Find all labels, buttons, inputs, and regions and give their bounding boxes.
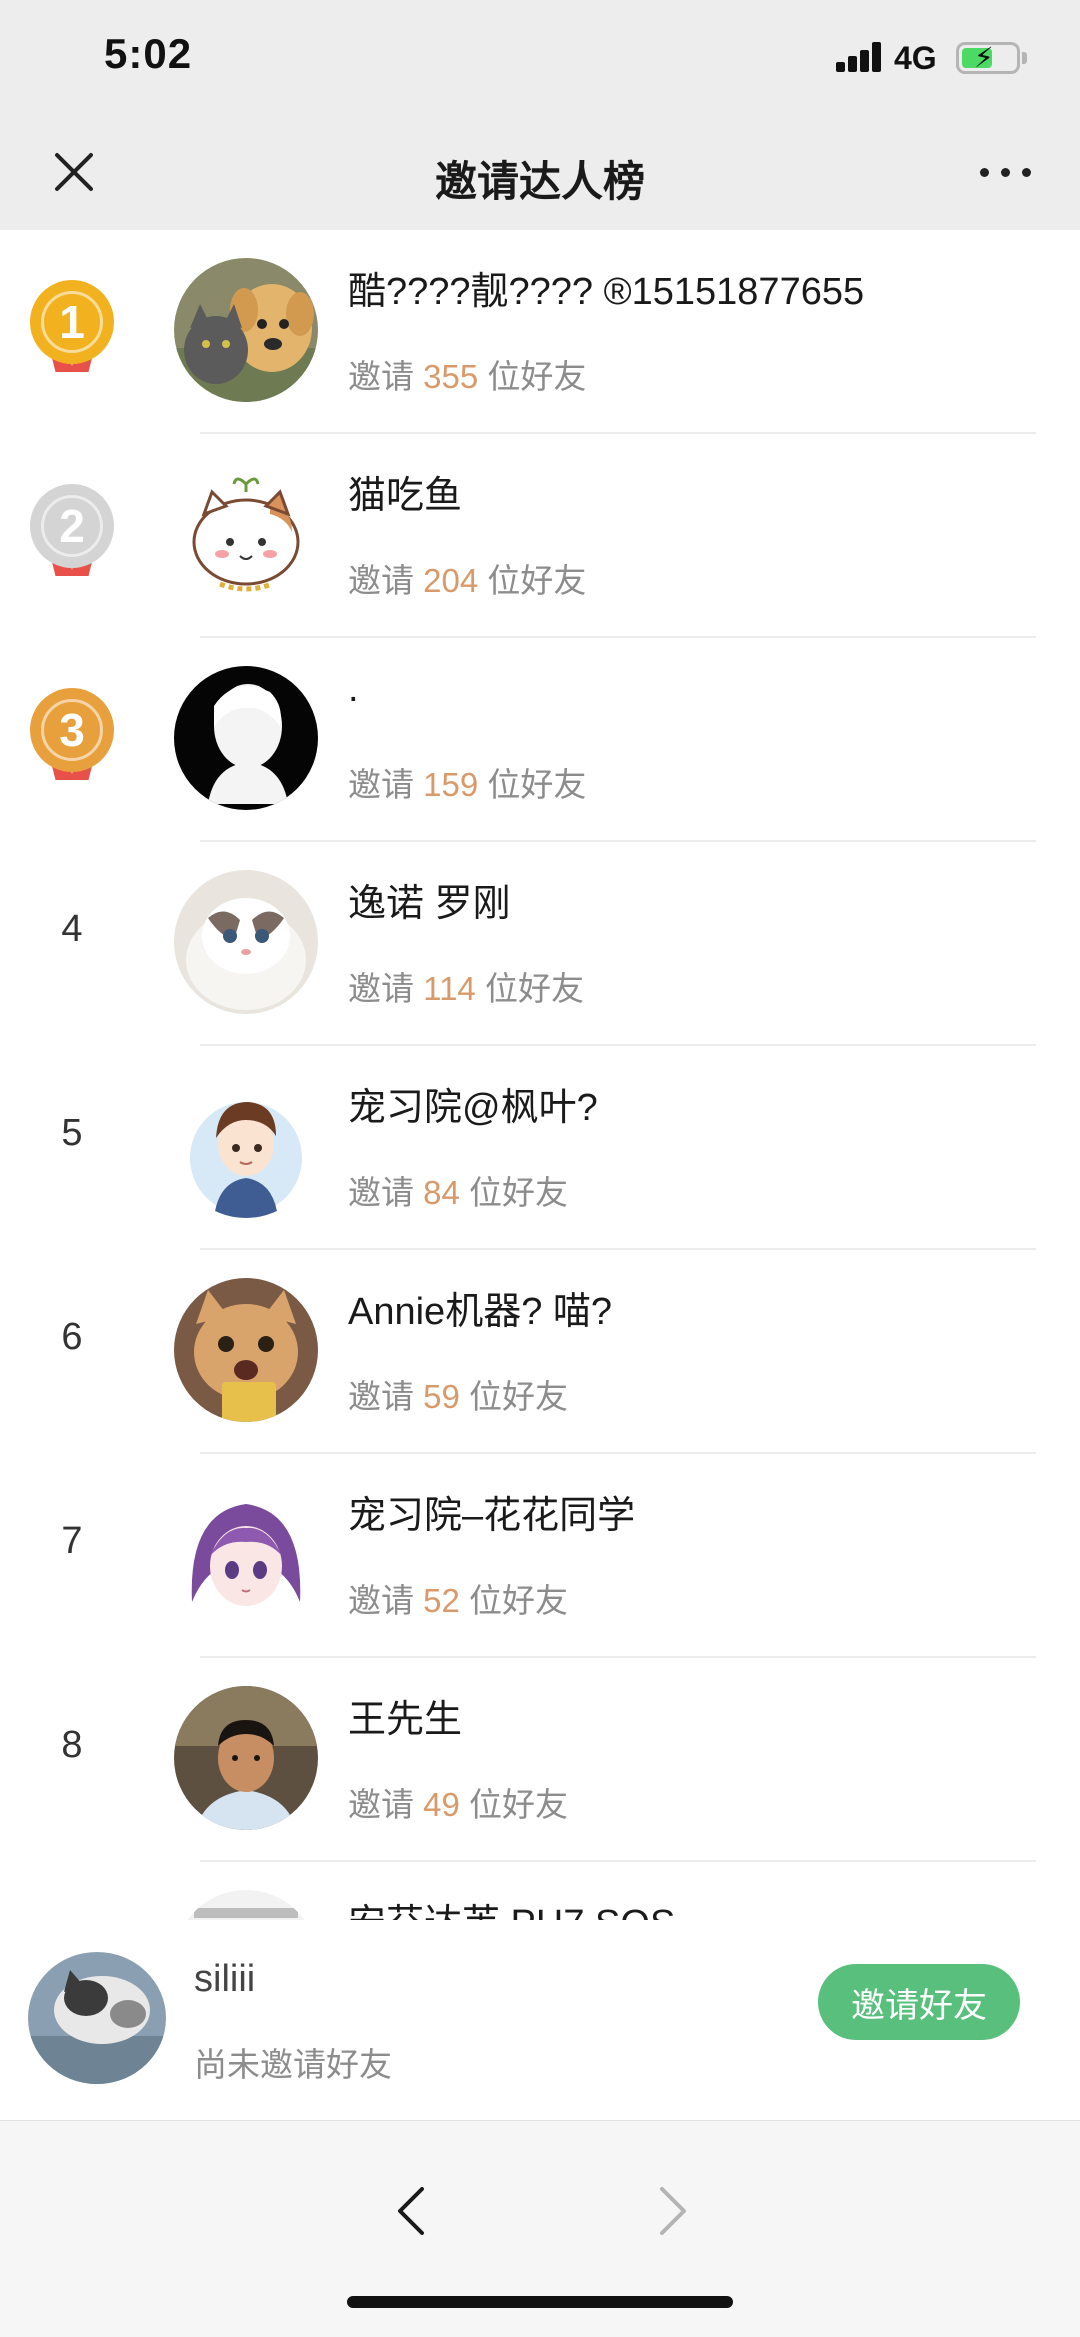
list-item[interactable]: 6 Annie机器? 喵? 邀请 59 位好友 [0,1250,1080,1454]
list-item[interactable]: 5 宠习院@枫叶? 邀请 84 位好友 [0,1046,1080,1250]
invite-count: 52 [423,1582,460,1619]
gold-medal-icon: 1 [30,280,114,380]
charging-icon: ⚡ [974,42,994,73]
invite-summary: 邀请 52 位好友 [348,1582,569,1619]
rank-number: 6 [61,1316,83,1358]
rank-number: 5 [61,1112,83,1154]
invite-summary: 邀请 114 位好友 [348,970,584,1007]
avatar[interactable] [174,258,318,402]
battery-cap [1022,52,1027,64]
invite-summary: 邀请 159 位好友 [348,766,587,803]
avatar[interactable] [174,1686,318,1830]
network-type: 4G [894,40,937,76]
avatar[interactable] [174,870,318,1014]
list-item[interactable]: 8 王先生 邀请 49 位好友 [0,1658,1080,1862]
invite-count: 204 [423,562,479,599]
avatar[interactable] [174,462,318,606]
list-item[interactable]: 3 . 邀请 159 位好友 [0,638,1080,842]
rank-number: 4 [61,908,83,950]
invite-summary: 邀请 59 位好友 [348,1378,569,1415]
my-avatar[interactable] [28,1952,166,2084]
avatar[interactable] [174,1074,318,1218]
silver-medal-icon: 2 [30,484,114,584]
signal-icon [836,42,882,72]
user-name: Annie机器? 喵? [348,1291,613,1333]
user-name: . [348,668,359,710]
rank-number: 8 [61,1724,83,1766]
avatar[interactable] [174,1278,318,1422]
invite-summary: 邀请 204 位好友 [348,562,587,599]
list-item[interactable]: 7 宠习院–花花同学 邀请 52 位好友 [0,1454,1080,1658]
list-item[interactable]: 9 安芬达芙 PH7 SOS [0,1862,1080,1920]
invite-count: 355 [423,358,479,395]
home-indicator [347,2296,733,2308]
my-invite-status: 尚未邀请好友 [194,2046,392,2083]
rank-number: 7 [61,1520,83,1562]
user-name: 安芬达芙 PH7 SOS [348,1892,675,1920]
page-title: 邀请达人榜 [434,158,645,205]
more-icon[interactable] [980,158,1032,188]
list-item[interactable]: 4 逸诺 罗刚 邀请 114 位好友 [0,842,1080,1046]
user-name: 猫吃鱼 [348,475,463,517]
invite-count: 159 [423,766,479,803]
invite-summary: 邀请 84 位好友 [348,1174,569,1211]
my-rank-bar: siliii 尚未邀请好友 邀请好友 [0,1920,1080,2120]
list-item[interactable]: 1 酷????靓???? ®15151877655 邀请 355 位好友 [0,230,1080,434]
user-name: 酷????靓???? ®15151877655 [348,271,865,313]
user-name: 宠习院–花花同学 [348,1495,636,1537]
invite-count: 84 [423,1174,460,1211]
invite-friends-button[interactable]: 邀请好友 [818,1964,1020,2040]
status-bar: 5:02 4G ⚡ [0,0,1080,120]
user-name: 王先生 [348,1699,463,1741]
avatar[interactable] [174,666,318,810]
chevron-right-icon[interactable] [640,2181,700,2241]
invite-summary: 邀请 355 位好友 [348,358,587,395]
list-item[interactable]: 2 猫吃鱼 邀请 204 位好友 [0,434,1080,638]
ranking-list[interactable]: 1 酷????靓???? ®15151877655 邀请 355 位好友 2 猫… [0,230,1080,1920]
nav-bar: 邀请达人榜 [0,120,1080,230]
status-time: 5:02 [104,30,193,77]
user-name: 宠习院@枫叶? [348,1087,598,1129]
invite-count: 114 [423,970,476,1007]
avatar[interactable] [174,1890,318,1920]
invite-count: 59 [423,1378,460,1415]
my-name: siliii [194,1958,256,2000]
user-name: 逸诺 罗刚 [348,883,511,925]
invite-summary: 邀请 49 位好友 [348,1786,569,1823]
bronze-medal-icon: 3 [30,688,114,788]
chevron-left-icon[interactable] [384,2181,444,2241]
avatar[interactable] [174,1482,318,1626]
invite-count: 49 [423,1786,460,1823]
